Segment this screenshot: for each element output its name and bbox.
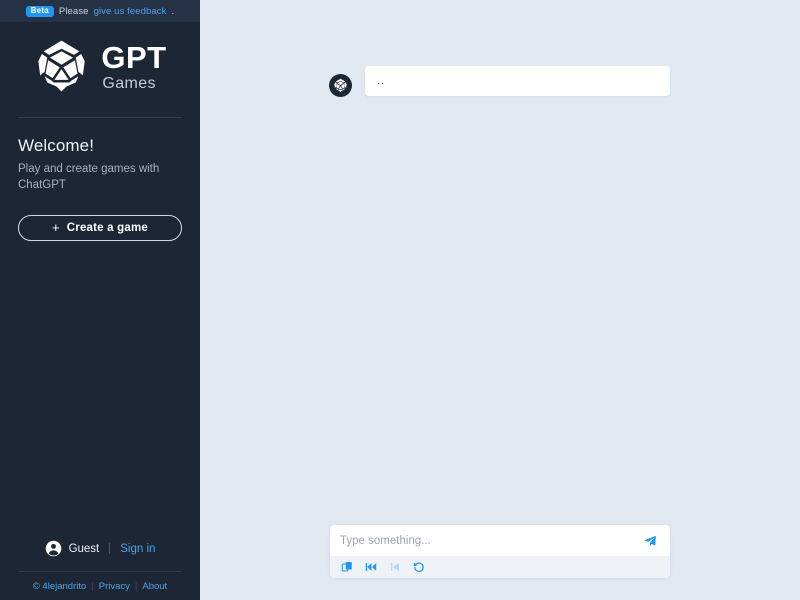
- composer-input-row: [330, 525, 670, 556]
- footer-separator-1: |: [91, 580, 94, 592]
- beta-banner: Beta Please give us feedback .: [0, 0, 200, 22]
- reset-button[interactable]: [411, 560, 426, 575]
- restart-button[interactable]: [363, 560, 378, 575]
- brand-logo-block: GPT Games: [0, 38, 200, 95]
- brand-name-games: Games: [102, 74, 156, 92]
- composer-toolbar: [330, 556, 670, 578]
- chat-message-bubble: ..: [365, 66, 670, 97]
- create-a-game-button[interactable]: + Create a game: [18, 215, 182, 242]
- user-circle-icon: [45, 540, 62, 557]
- chat-message-row: ..: [200, 66, 800, 97]
- paper-plane-icon: [643, 534, 657, 548]
- footer-separator-2: |: [134, 580, 138, 592]
- step-back-button[interactable]: [387, 560, 402, 575]
- beta-banner-period: .: [171, 5, 175, 17]
- brand-name-gpt: GPT: [101, 39, 167, 75]
- account-name-label: Guest: [68, 542, 100, 555]
- d20-dice-icon: [33, 38, 90, 95]
- app-root: Beta Please give us feedback . GPT Games…: [0, 0, 800, 600]
- step-backward-icon: [389, 561, 401, 573]
- sidebar-footer: © 4lejandrito | Privacy | About: [0, 572, 200, 600]
- copy-icon: [341, 561, 353, 573]
- send-button[interactable]: [640, 531, 660, 551]
- main-content: ..: [200, 0, 800, 600]
- composer-wrapper: [200, 525, 800, 578]
- d20-dice-avatar-icon: [329, 74, 352, 97]
- privacy-link[interactable]: Privacy: [99, 581, 130, 592]
- give-feedback-link[interactable]: give us feedback: [94, 6, 167, 17]
- copy-button[interactable]: [339, 560, 354, 575]
- message-input[interactable]: [340, 525, 640, 556]
- plus-icon: +: [51, 220, 60, 236]
- beta-banner-text: Please: [58, 5, 89, 17]
- undo-icon: [413, 561, 425, 573]
- sidebar: Beta Please give us feedback . GPT Games…: [0, 0, 200, 600]
- account-separator: [109, 543, 111, 554]
- fast-backward-icon: [365, 561, 377, 573]
- composer: [330, 525, 670, 578]
- welcome-block: Welcome! Play and create games with Chat…: [0, 118, 200, 193]
- sign-in-link[interactable]: Sign in: [120, 543, 155, 555]
- account-row: Guest Sign in: [0, 540, 200, 571]
- welcome-title: Welcome!: [18, 136, 95, 155]
- brand-wordmark: GPT Games: [101, 42, 166, 92]
- chat-message-list: ..: [200, 0, 800, 508]
- create-a-game-label: Create a game: [66, 222, 149, 235]
- copyright-label: © 4lejandrito: [32, 580, 87, 592]
- welcome-subtitle: Play and create games with ChatGPT: [18, 163, 160, 191]
- about-link[interactable]: About: [142, 581, 167, 592]
- beta-badge: Beta: [25, 5, 54, 17]
